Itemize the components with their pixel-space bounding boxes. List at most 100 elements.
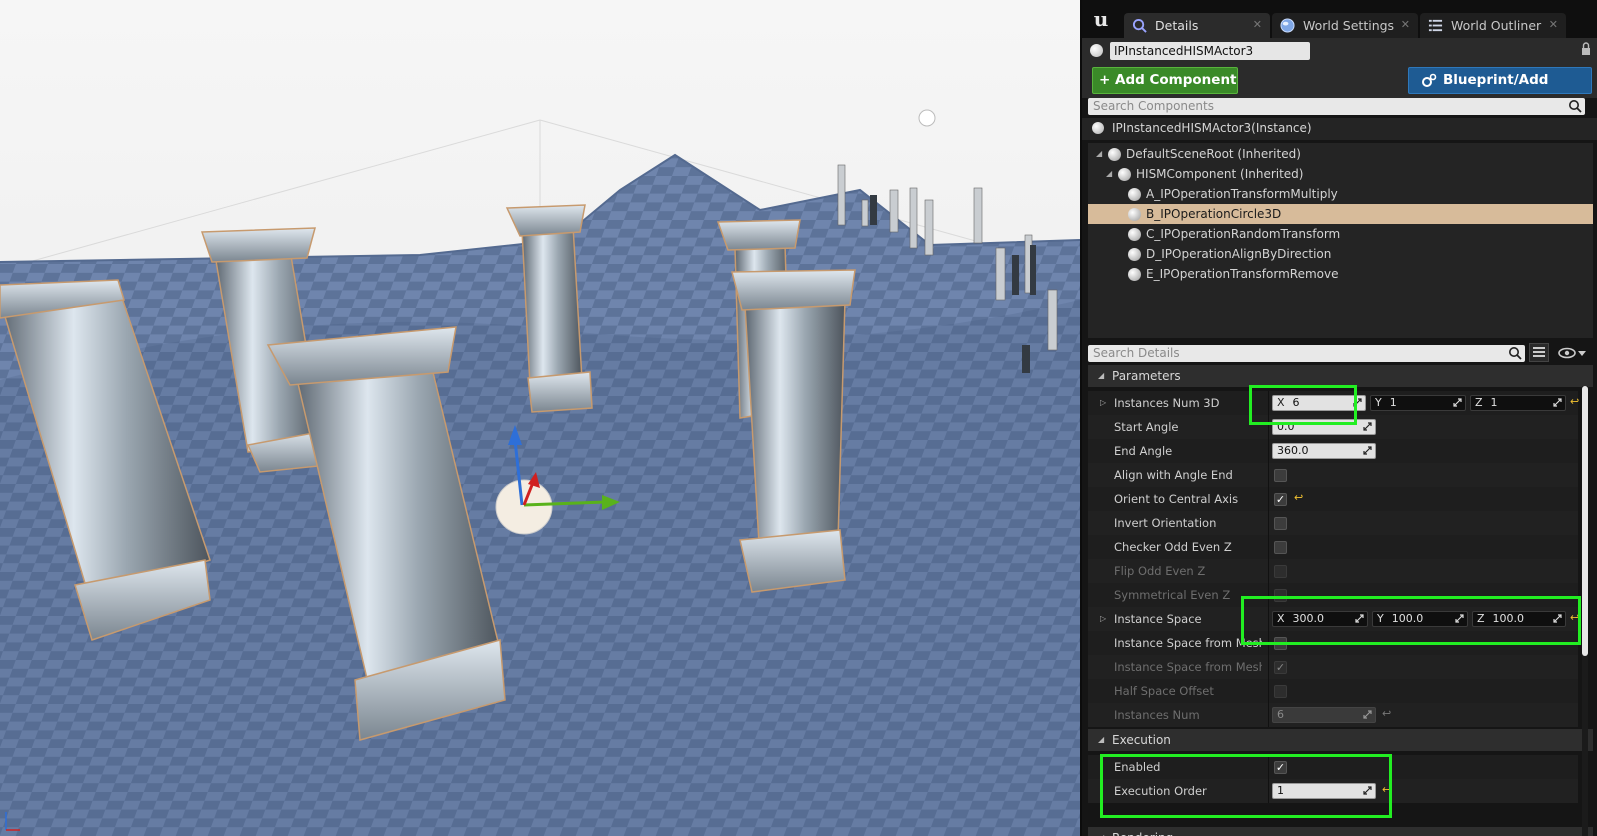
- tree-item-label: B_IPOperationCircle3D: [1146, 207, 1282, 221]
- start-angle-field[interactable]: 0.0: [1272, 419, 1376, 435]
- field-value: 6: [1277, 708, 1284, 721]
- column-splitter[interactable]: [1268, 439, 1269, 463]
- reset-to-default-icon[interactable]: ↩: [1382, 783, 1391, 796]
- column-splitter[interactable]: [1268, 535, 1269, 559]
- column-splitter[interactable]: [1268, 607, 1269, 631]
- close-icon[interactable]: ✕: [1549, 18, 1558, 31]
- property-matrix-button[interactable]: [1529, 343, 1549, 362]
- tree-item-c[interactable]: C_IPOperationRandomTransform: [1088, 224, 1593, 244]
- row-symmetrical-even-z: Symmetrical Even Z: [1088, 583, 1578, 607]
- instances-num-3d-y-field[interactable]: Y1: [1370, 395, 1466, 411]
- half-space-offset-checkbox[interactable]: [1274, 685, 1287, 698]
- expand-arrow-icon[interactable]: ▷: [1100, 607, 1106, 631]
- orient-to-central-axis-checkbox[interactable]: ✓: [1274, 493, 1287, 506]
- collapse-arrow-icon[interactable]: ◢: [1106, 164, 1112, 184]
- flip-odd-even-z-checkbox[interactable]: [1274, 565, 1287, 578]
- component-instance-row[interactable]: IPInstancedHISMActor3(Instance): [1082, 118, 1597, 140]
- property-label: Enabled: [1114, 760, 1161, 774]
- checker-odd-even-z-checkbox[interactable]: [1274, 541, 1287, 554]
- field-value: 360.0: [1277, 444, 1309, 457]
- column-splitter[interactable]: [1268, 559, 1269, 583]
- search-details-input[interactable]: Search Details: [1088, 345, 1525, 362]
- expand-arrow-icon[interactable]: ▷: [1100, 391, 1106, 415]
- viewport-scene[interactable]: [0, 0, 1080, 836]
- row-align-with-angle-end: Align with Angle End: [1088, 463, 1578, 487]
- instances-num-3d-x-field[interactable]: X6: [1272, 395, 1366, 411]
- level-viewport[interactable]: [0, 0, 1080, 836]
- instance-space-x-field[interactable]: X 300.0: [1272, 611, 1368, 627]
- tab-details-label: Details: [1155, 18, 1199, 33]
- column-splitter[interactable]: [1268, 511, 1269, 535]
- tab-world-outliner[interactable]: World Outliner ✕: [1420, 13, 1566, 38]
- column-splitter[interactable]: [1268, 415, 1269, 439]
- reset-to-default-icon[interactable]: ↩: [1294, 491, 1303, 504]
- blueprint-add-script-button[interactable]: Blueprint/Add Script: [1408, 67, 1592, 113]
- view-options-eye-icon[interactable]: [1558, 346, 1588, 360]
- details-scrollbar-thumb[interactable]: [1582, 386, 1588, 656]
- spin-arrows-icon: [1553, 614, 1562, 623]
- property-label: Instances Num: [1114, 708, 1200, 722]
- collapse-arrow-icon[interactable]: ◢: [1098, 365, 1104, 387]
- collapse-arrow-icon[interactable]: ◢: [1098, 827, 1104, 836]
- row-flip-odd-even-z: Flip Odd Even Z: [1088, 559, 1578, 583]
- enabled-checkbox[interactable]: ✓: [1274, 761, 1287, 774]
- spin-arrows-icon: [1363, 446, 1372, 455]
- property-label: Execution Order: [1114, 784, 1207, 798]
- add-component-button[interactable]: + Add Component ▾: [1092, 67, 1238, 113]
- instances-num-field: 6: [1272, 707, 1376, 723]
- collapse-arrow-icon[interactable]: ◢: [1098, 729, 1104, 751]
- invert-orientation-checkbox[interactable]: [1274, 517, 1287, 530]
- column-splitter[interactable]: [1268, 487, 1269, 511]
- operation-component-icon: [1128, 228, 1141, 241]
- column-splitter[interactable]: [1268, 703, 1269, 727]
- actor-name-field[interactable]: IPInstancedHISMActor3: [1110, 42, 1310, 60]
- column-splitter[interactable]: [1268, 655, 1269, 679]
- column-splitter[interactable]: [1268, 463, 1269, 487]
- tree-item-hismcomponent[interactable]: ◢ HISMComponent (Inherited): [1088, 164, 1593, 184]
- actor-name-row: IPInstancedHISMActor3: [1082, 38, 1597, 64]
- tree-item-defaultsceneroot[interactable]: ◢ DefaultSceneRoot (Inherited): [1088, 144, 1593, 164]
- instance-space-from-mesh-b-checkbox[interactable]: [1274, 637, 1287, 650]
- category-parameters[interactable]: ◢ Parameters: [1088, 365, 1593, 387]
- column-splitter[interactable]: [1268, 631, 1269, 655]
- search-components-input[interactable]: Search Components: [1088, 98, 1585, 115]
- spin-arrows-icon: [1553, 398, 1562, 407]
- execution-order-field[interactable]: 1: [1272, 783, 1376, 799]
- row-instances-num-3d: ▷ Instances Num 3D X6 Y1 Z1 ↩: [1088, 391, 1579, 415]
- close-icon[interactable]: ✕: [1401, 18, 1410, 31]
- instances-num-3d-z-field[interactable]: Z1: [1470, 395, 1566, 411]
- spin-arrows-icon: [1363, 786, 1372, 795]
- symmetrical-even-z-checkbox[interactable]: [1274, 589, 1287, 602]
- axis-label: Y: [1377, 612, 1384, 625]
- category-rendering[interactable]: ◢ Rendering: [1088, 827, 1593, 836]
- column-splitter[interactable]: [1268, 391, 1269, 415]
- column-splitter[interactable]: [1268, 755, 1269, 779]
- actor-icon: [1090, 44, 1103, 57]
- column-splitter[interactable]: [1268, 779, 1269, 803]
- reset-to-default-icon[interactable]: ↩: [1570, 611, 1579, 624]
- axis-label: Y: [1375, 396, 1382, 409]
- end-angle-field[interactable]: 360.0: [1272, 443, 1376, 459]
- tree-item-d[interactable]: D_IPOperationAlignByDirection: [1088, 244, 1593, 264]
- column-splitter[interactable]: [1268, 679, 1269, 703]
- tree-item-e[interactable]: E_IPOperationTransformRemove: [1088, 264, 1593, 284]
- lock-icon[interactable]: [1581, 42, 1591, 56]
- instance-space-z-field[interactable]: Z 100.0: [1472, 611, 1566, 627]
- spin-arrows-icon: [1453, 398, 1462, 407]
- instance-space-y-field[interactable]: Y 100.0: [1372, 611, 1468, 627]
- instance-space-from-mesh-b-checkbox[interactable]: ✓: [1274, 661, 1287, 674]
- close-icon[interactable]: ✕: [1253, 18, 1262, 31]
- column-splitter[interactable]: [1268, 583, 1269, 607]
- spin-arrows-icon: [1353, 398, 1362, 407]
- property-label: Symmetrical Even Z: [1114, 588, 1231, 602]
- tab-world-settings[interactable]: World Settings ✕: [1272, 13, 1418, 38]
- row-instance-space: ▷ Instance Space X 300.0 Y 100.0 Z 100.0 ↩: [1088, 607, 1579, 631]
- tree-item-b[interactable]: B_IPOperationCircle3D: [1088, 204, 1593, 224]
- tab-details[interactable]: Details ✕: [1124, 13, 1270, 38]
- align-with-angle-end-checkbox[interactable]: [1274, 469, 1287, 482]
- collapse-arrow-icon[interactable]: ◢: [1096, 144, 1102, 164]
- category-execution[interactable]: ◢ Execution: [1088, 729, 1593, 751]
- tree-item-a[interactable]: A_IPOperationTransformMultiply: [1088, 184, 1593, 204]
- details-scrollbar-track[interactable]: [1582, 386, 1588, 836]
- reset-to-default-icon[interactable]: ↩: [1570, 395, 1579, 408]
